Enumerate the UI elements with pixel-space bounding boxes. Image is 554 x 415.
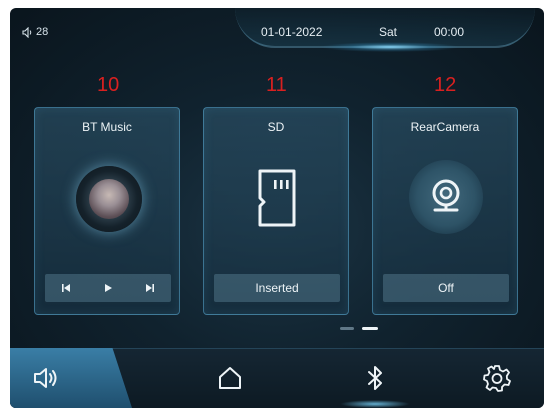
sd-title: SD [267, 120, 285, 134]
sd-status: Inserted [214, 274, 340, 302]
card-number-sd: 11 [266, 74, 287, 96]
card-number-bt-music: 10 [97, 74, 120, 96]
home-icon [219, 367, 241, 389]
previous-button[interactable] [45, 274, 87, 302]
play-button[interactable] [87, 274, 129, 302]
bluetooth-icon [368, 366, 382, 390]
music-controls [45, 274, 171, 302]
play-icon [105, 284, 112, 292]
bt-music-title: BT Music [82, 120, 132, 134]
page-dot-2[interactable] [362, 327, 378, 330]
volume-tab[interactable] [10, 348, 132, 408]
volume-button[interactable] [32, 363, 62, 393]
sd-card[interactable]: SD Inserted [203, 107, 349, 315]
home-button[interactable] [215, 363, 245, 393]
settings-button[interactable] [482, 363, 512, 393]
rear-camera-card[interactable]: RearCamera Off [372, 107, 518, 315]
settings-icon [483, 365, 511, 392]
music-disc [76, 166, 142, 232]
speaker-icon [22, 26, 32, 38]
card-number-rear-camera: 12 [434, 74, 457, 96]
date-label: 01-01-2022 [261, 25, 323, 39]
status-bar-glow [320, 42, 460, 52]
previous-icon [62, 284, 70, 292]
album-art [89, 179, 129, 219]
time-label: 00:00 [434, 25, 465, 39]
day-label: Sat [379, 25, 398, 39]
bluetooth-active-glow [340, 400, 410, 408]
page-dot-1[interactable] [340, 327, 354, 330]
rear-camera-title: RearCamera [410, 120, 480, 134]
camera-status: Off [383, 274, 509, 302]
next-icon [146, 284, 154, 292]
camera-icon [432, 179, 460, 212]
volume-level: 28 [36, 26, 49, 38]
sd-card-icon [258, 169, 296, 227]
volume-icon [34, 368, 57, 388]
bluetooth-button[interactable] [360, 363, 390, 393]
volume-status: 28 [22, 26, 48, 38]
bt-music-card[interactable]: BT Music [34, 107, 180, 315]
screen: 28 01-01-2022 Sat 00:00 10 11 12 BT Musi… [10, 8, 544, 408]
next-button[interactable] [129, 274, 171, 302]
